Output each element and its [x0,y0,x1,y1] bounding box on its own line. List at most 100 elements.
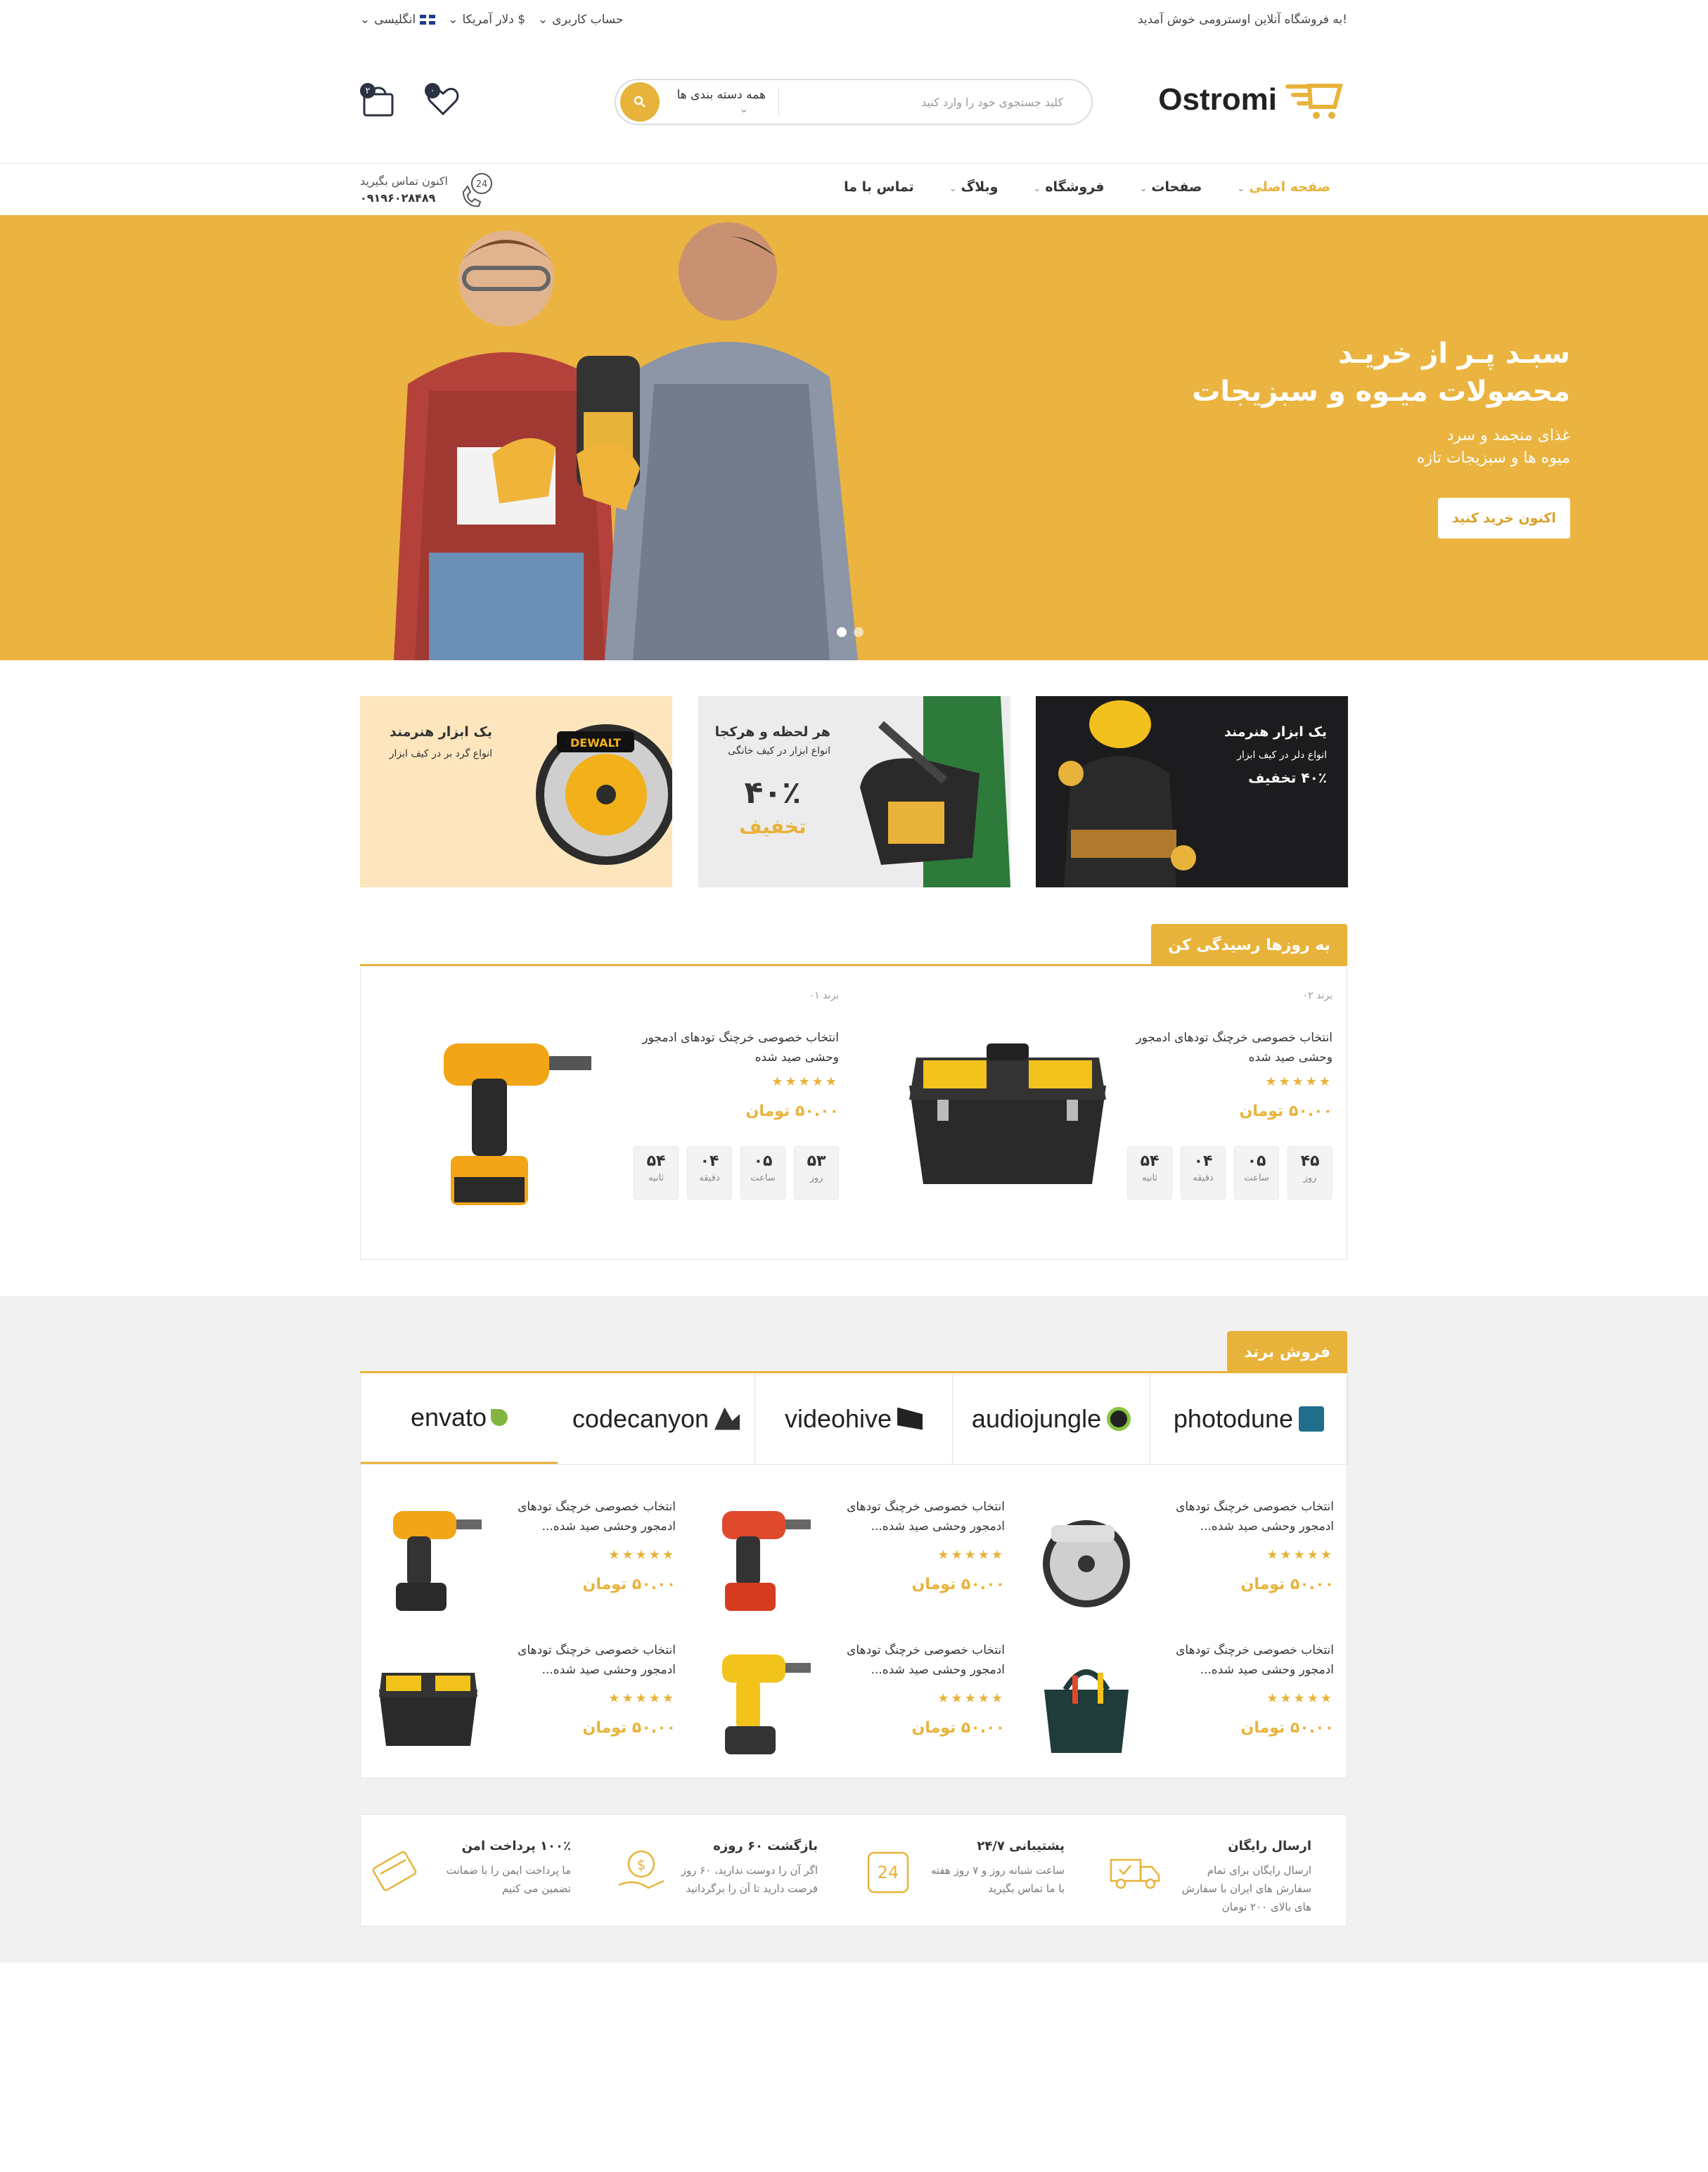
hero-slider: سبـد پـر از خریـد محصولات میـوه و سبزیجا… [0,215,1708,660]
brand-tab-codecanyon[interactable]: codecanyon [558,1373,755,1464]
deals-section-title: به روزها رسیدگی کن [1151,924,1347,966]
videohive-logo-icon [897,1407,923,1430]
banner-discount: ۴۰٪ تخفیف [1248,769,1327,786]
product-name[interactable]: انتخاب خصوصی خرچنگ تودهای ادمجور وحشی صی… [829,1640,1005,1680]
search-button[interactable] [620,82,660,122]
product-card[interactable]: انتخاب خصوصی خرچنگ تودهای ادمجور وحشی صی… [359,1640,688,1781]
hero-title-line1: سبـد پـر از خریـد [1337,338,1570,370]
banner-subtitle: انواع ابزار در کیف خانگی [728,745,830,757]
banner-title: یک ابزار هنرمند [1224,724,1327,740]
product-name[interactable]: انتخاب خصوصی خرچنگ تودهای ادمجور وحشی صی… [500,1497,676,1536]
nav-item-shop[interactable]: فروشگاه⌄ [1033,179,1104,195]
contact-label: اکنون تماس بگیرید [360,174,448,188]
deal-price: ۵۰.۰۰ تومان [1239,1103,1333,1120]
deal-card[interactable]: برند ۰۱ انتخاب خصوصی خرچنگ تودهای ادمجور… [359,966,853,1260]
chevron-down-icon: ⌄ [1237,184,1245,194]
product-card[interactable]: انتخاب خصوصی خرچنگ تودهای ادمجور وحشی صی… [1017,1497,1347,1638]
product-price: ۵۰.۰۰ تومان [911,1576,1005,1593]
currency-menu[interactable]: $ دلار آمریکا ⌄ [448,13,525,27]
rating-stars: ★★★★★ [608,1548,676,1562]
deal-name[interactable]: انتخاب خصوصی خرچنگ تودهای ادمجور وحشی صی… [1122,1028,1333,1067]
product-card[interactable]: انتخاب خصوصی خرچنگ تودهای ادمجور وحشی صی… [688,1497,1017,1638]
countdown-minutes: ۰۴ دقیقه [1181,1146,1226,1200]
wishlist-count-badge: ۰ [425,83,440,98]
drill-icon [722,1654,811,1754]
phone-24-icon: 24 [462,173,492,207]
product-price: ۵۰.۰۰ تومان [1240,1576,1334,1593]
hero-shop-now-button[interactable]: اکنون خرید کنید [1438,498,1570,539]
slider-dot[interactable] [837,627,847,637]
rating-stars: ★★★★★ [608,1691,676,1706]
credit-card-icon [372,1851,417,1891]
countdown-minutes: ۰۴ دقیقه [687,1146,732,1200]
promo-banner-light[interactable]: هر لحظه و هرکجا انواع ابزار در کیف خانگی… [698,696,1010,887]
chevron-down-icon: ⌄ [538,13,548,27]
banner-title: هر لحظه و هرکجا [714,724,830,740]
yellow-drill-icon [393,1511,482,1611]
brand-tab-photodune[interactable]: photodune [1150,1373,1348,1464]
audiojungle-logo-icon [1107,1406,1131,1431]
truck-icon [1110,1858,1160,1889]
wishlist-button[interactable]: ۰ [425,83,461,121]
banner-discount: تخفیف [738,815,807,838]
codecanyon-logo-icon [714,1407,740,1430]
product-name[interactable]: انتخاب خصوصی خرچنگ تودهای ادمجور وحشی صی… [500,1640,676,1680]
product-name[interactable]: انتخاب خصوصی خرچنگ تودهای ادمجور وحشی صی… [1158,1497,1334,1536]
feature-title: ۱۰۰٪ پرداخت امن [461,1839,571,1853]
cart-button[interactable]: ۲ [360,83,397,121]
deals-box: برند ۰۲ انتخاب خصوصی خرچنگ تودهای ادمجور… [360,966,1347,1260]
nav-item-pages[interactable]: صفحات⌄ [1140,179,1202,195]
nav-item-blog[interactable]: وبلاگ⌄ [949,179,999,195]
brand-tab-audiojungle[interactable]: audiojungle [953,1373,1150,1464]
banner-title: یک ابزار هنرمند [390,724,492,740]
nav-item-contact[interactable]: تماس با ما [844,179,914,195]
product-card[interactable]: انتخاب خصوصی خرچنگ تودهای ادمجور وحشی صی… [688,1640,1017,1781]
rating-stars: ★★★★★ [937,1691,1005,1706]
slider-dot[interactable] [854,627,863,637]
circular-saw-icon [1043,1520,1130,1607]
banner-percent: ۴۰٪ [744,775,802,811]
circular-saw-image: DEWALT [536,724,672,865]
countdown: ۵۳ روز ۰۵ ساعت ۰۴ دقیقه ۵۴ ثانیه [634,1146,839,1200]
promo-banner-dark[interactable]: یک ابزار هنرمند انواع دلر در کیف ابزار ۴… [1036,696,1348,887]
category-select[interactable]: همه دسته بندی ها ⌄ [660,88,779,116]
product-price: ۵۰.۰۰ تومان [582,1576,676,1593]
account-menu[interactable]: حساب کاربری ⌄ [538,13,623,27]
deal-brand: برند ۰۲ [1302,990,1333,1001]
hero-subtitle-line1: غذای منجمد و سرد [1446,427,1570,444]
brand-tab-envato[interactable]: envato [361,1373,558,1464]
rating-stars: ★★★★★ [1266,1548,1334,1562]
red-drill-icon [722,1511,811,1611]
product-price: ۵۰.۰۰ تومان [911,1719,1005,1737]
brand-tab-videohive[interactable]: videohive [755,1373,953,1464]
contact-block[interactable]: 24 اکنون تماس بگیرید ۰۹۱۹۶۰۲۸۴۸۹ [360,171,497,209]
chevron-down-icon: ⌄ [1033,184,1041,194]
feature-secure-payment: ۱۰۰٪ پرداخت امن ما پرداخت ایمن را با ضما… [359,1815,606,1927]
language-menu[interactable]: انگلیسی ⌄ [360,13,436,27]
cart-count-badge: ۲ [360,83,375,98]
nav-item-home[interactable]: صفحه اصلی⌄ [1237,179,1330,195]
countdown-hours: ۰۵ ساعت [1234,1146,1279,1200]
deal-name[interactable]: انتخاب خصوصی خرچنگ تودهای ادمجور وحشی صی… [628,1028,839,1067]
worker-image [1058,700,1196,887]
support-icon-text: 24 [878,1863,899,1882]
logo-text: Ostromi [1158,82,1277,117]
product-card[interactable]: انتخاب خصوصی خرچنگ تودهای ادمجور وحشی صی… [1017,1640,1347,1781]
dewalt-logo-text: DEWALT [570,736,621,750]
brand-sale-title: فروش برند [1227,1331,1347,1373]
product-name[interactable]: انتخاب خصوصی خرچنگ تودهای ادمجور وحشی صی… [1158,1640,1334,1680]
countdown: ۴۵ روز ۰۵ ساعت ۰۴ دقیقه ۵۴ ثانیه [1127,1146,1333,1200]
search-input[interactable]: کلید جستجوی خود را وارد کنید [779,96,1091,109]
deal-card[interactable]: برند ۰۲ انتخاب خصوصی خرچنگ تودهای ادمجور… [853,966,1347,1260]
feature-desc: ارسال رایگان برای تمام سفارش های ایران ب… [1181,1864,1311,1913]
product-name[interactable]: انتخاب خصوصی خرچنگ تودهای ادمجور وحشی صی… [829,1497,1005,1536]
product-card[interactable]: انتخاب خصوصی خرچنگ تودهای ادمجور وحشی صی… [359,1497,688,1638]
promo-banner-saw[interactable]: DEWALT یک ابزار هنرمند انواع گرد بر در ک… [360,696,672,887]
uk-flag-icon [420,15,436,25]
hero-image [394,222,858,660]
toolbox-image [909,1043,1106,1184]
welcome-text: به فروشگاه آنلاین اوسترومی خوش آمدید! [1137,13,1347,27]
slider-dots [837,627,863,637]
money-icon-text: $ [637,1856,646,1873]
site-logo[interactable]: Ostromi [1158,79,1347,121]
